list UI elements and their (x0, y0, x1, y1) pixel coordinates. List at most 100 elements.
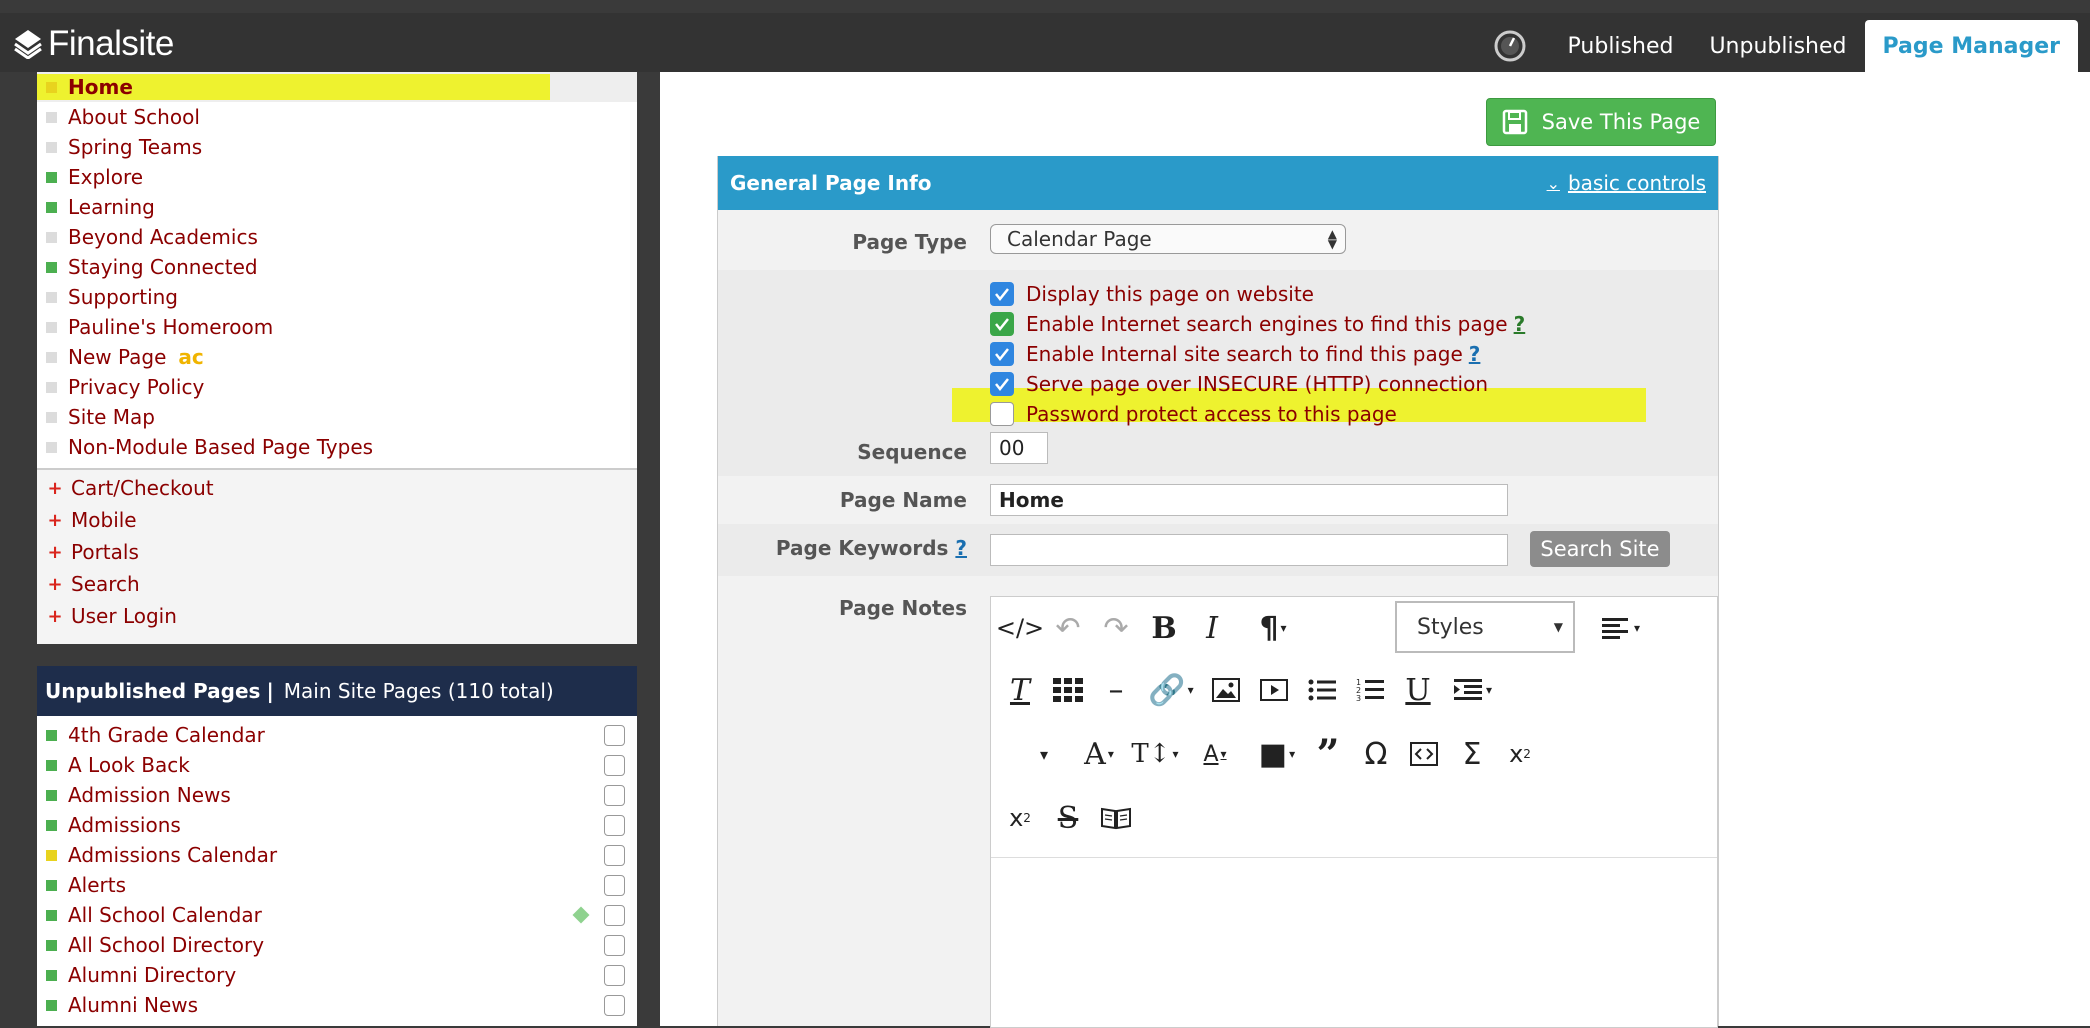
checkbox-unchecked[interactable] (990, 402, 1014, 426)
tree-item-home[interactable]: Home (37, 72, 637, 102)
tree-item[interactable]: Beyond Academics (37, 222, 637, 252)
list-item[interactable]: All School Directory (37, 930, 637, 960)
page-keywords-input[interactable] (990, 534, 1508, 566)
select-checkbox[interactable] (604, 814, 625, 836)
checkbox-checked[interactable] (990, 372, 1014, 396)
tree-item[interactable]: Site Map (37, 402, 637, 432)
insecure-http-option[interactable]: Serve page over INSECURE (HTTP) connecti… (990, 372, 1488, 396)
indent-icon[interactable]: ▾ (1443, 667, 1503, 713)
code-view-icon[interactable]: </> (996, 605, 1044, 651)
finalsite-logo[interactable]: Finalsite (14, 24, 174, 64)
page-type-select[interactable]: Calendar Page ▲ ▼ (990, 224, 1346, 254)
tree-item[interactable]: Supporting (37, 282, 637, 312)
checkbox-checked[interactable] (990, 282, 1014, 306)
top-tabs: Published Unpublished Page Manager (1490, 20, 2078, 72)
list-item[interactable]: Alumni News (37, 990, 637, 1020)
link-icon[interactable]: 🔗 ▾ (1141, 667, 1201, 713)
horizontal-line-icon[interactable]: – (1093, 667, 1139, 713)
tree-item[interactable]: Learning (37, 192, 637, 222)
paragraph-format-icon[interactable]: ¶ ▾ (1243, 605, 1303, 651)
tree-item[interactable]: Explore (37, 162, 637, 192)
styles-dropdown[interactable]: Styles ▼ (1395, 601, 1575, 653)
list-item-label: 4th Grade Calendar (68, 723, 265, 747)
tree-item[interactable]: Privacy Policy (37, 372, 637, 402)
background-color-icon[interactable]: ■ ▾ (1247, 731, 1307, 777)
subscript-icon[interactable]: x2 (997, 795, 1043, 841)
search-engines-option[interactable]: Enable Internet search engines to find t… (990, 312, 1525, 336)
sequence-input[interactable]: 00 (990, 432, 1048, 464)
tab-page-manager[interactable]: Page Manager (1864, 20, 2078, 72)
list-item[interactable]: Alerts (37, 870, 637, 900)
align-icon[interactable]: ▾ (1591, 605, 1651, 651)
redo-icon[interactable]: ↷ (1093, 605, 1139, 651)
tree-item[interactable]: Non-Module Based Page Types (37, 432, 637, 462)
help-link[interactable]: ? (1469, 342, 1481, 366)
select-checkbox[interactable] (604, 844, 625, 866)
help-link[interactable]: ? (955, 536, 967, 560)
font-family-icon[interactable]: A ▾ (1069, 731, 1129, 777)
numbered-list-icon[interactable]: 123 (1347, 667, 1393, 713)
module-item[interactable]: + Cart/Checkout (37, 472, 637, 504)
logo-text: Finalsite (48, 24, 174, 63)
checkbox-checked[interactable] (990, 342, 1014, 366)
search-site-button[interactable]: Search Site (1530, 531, 1670, 567)
bullet-list-icon[interactable] (1299, 667, 1345, 713)
help-link[interactable]: ? (1514, 312, 1526, 336)
list-item[interactable]: Admissions (37, 810, 637, 840)
page-name-input[interactable]: Home (990, 484, 1508, 516)
select-checkbox[interactable] (604, 724, 625, 746)
module-item[interactable]: + Portals (37, 536, 637, 568)
list-item[interactable]: A Look Back (37, 750, 637, 780)
display-on-website-option[interactable]: Display this page on website (990, 282, 1314, 306)
list-item[interactable]: Alumni Directory (37, 960, 637, 990)
save-page-button[interactable]: Save This Page (1486, 98, 1716, 146)
tab-unpublished[interactable]: Unpublished (1691, 20, 1864, 72)
bold-icon[interactable]: B (1141, 605, 1187, 651)
strikethrough-icon[interactable]: S (1045, 795, 1091, 841)
select-checkbox[interactable] (604, 934, 625, 956)
checkbox-checked[interactable] (990, 312, 1014, 336)
chevron-down-icon[interactable]: ▾ (1021, 731, 1067, 777)
status-square (46, 351, 57, 363)
book-icon[interactable] (1093, 795, 1139, 841)
video-icon[interactable] (1251, 667, 1297, 713)
list-item[interactable]: Admission News (37, 780, 637, 810)
dashboard-icon[interactable] (1490, 20, 1530, 72)
tree-item[interactable]: New Page ac (37, 342, 637, 372)
quote-icon[interactable]: ” (1305, 731, 1351, 778)
underline-icon[interactable]: U (1395, 667, 1441, 713)
module-item[interactable]: + User Login (37, 600, 637, 632)
select-checkbox[interactable] (604, 784, 625, 806)
select-checkbox[interactable] (604, 904, 625, 926)
list-item[interactable]: All School Calendar (37, 900, 637, 930)
password-protect-option[interactable]: Password protect access to this page (990, 402, 1397, 426)
table-icon[interactable] (1045, 667, 1091, 713)
tree-item[interactable]: Pauline's Homeroom (37, 312, 637, 342)
image-icon[interactable] (1203, 667, 1249, 713)
tab-published[interactable]: Published (1550, 20, 1692, 72)
embed-icon[interactable] (1401, 731, 1447, 777)
text-color-icon[interactable]: A ▾ (1185, 731, 1245, 777)
list-item[interactable]: 4th Grade Calendar (37, 720, 637, 750)
math-sigma-icon[interactable]: Σ (1449, 731, 1495, 777)
tree-item[interactable]: About School (37, 102, 637, 132)
module-item[interactable]: + Mobile (37, 504, 637, 536)
basic-controls-link[interactable]: ⌄ basic controls (1547, 171, 1706, 195)
italic-icon[interactable]: I (1189, 605, 1235, 651)
module-item[interactable]: + Search (37, 568, 637, 600)
internal-search-option[interactable]: Enable Internal site search to find this… (990, 342, 1480, 366)
list-item[interactable]: Admissions Calendar (37, 840, 637, 870)
superscript-icon[interactable]: x2 (1497, 731, 1543, 777)
general-page-info-panel: General Page Info ⌄ basic controls Page … (717, 156, 1719, 1028)
clear-formatting-icon[interactable]: T (997, 667, 1043, 713)
tree-item[interactable]: Staying Connected (37, 252, 637, 282)
select-checkbox[interactable] (604, 754, 625, 776)
font-size-icon[interactable]: T↕ ▾ (1125, 731, 1185, 777)
undo-icon[interactable]: ↶ (1045, 605, 1091, 651)
select-checkbox[interactable] (604, 994, 625, 1016)
page-notes-editor[interactable]: </> ↶ ↷ B I ¶ ▾ Styles ▼ ▾ T – 🔗 ▾ 1 2 3… (990, 596, 1718, 1028)
select-checkbox[interactable] (604, 874, 625, 896)
tree-item[interactable]: Spring Teams (37, 132, 637, 162)
special-characters-icon[interactable]: Ω (1353, 731, 1399, 777)
select-checkbox[interactable] (604, 964, 625, 986)
